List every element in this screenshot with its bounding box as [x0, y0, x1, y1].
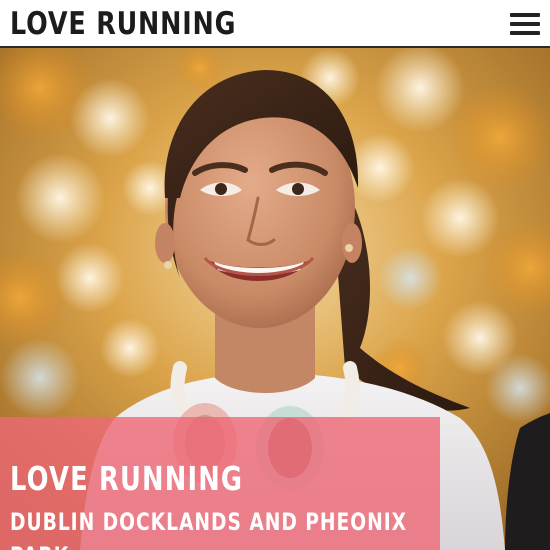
page: LOVE RUNNING LOVE RUNNING DUBLIN DOCKLAN… — [0, 0, 550, 550]
menu-bar-bottom — [510, 31, 540, 35]
site-header: LOVE RUNNING — [0, 0, 550, 48]
menu-bar-middle — [510, 22, 540, 26]
hero-section: LOVE RUNNING DUBLIN DOCKLANDS AND PHEONI… — [0, 48, 550, 550]
menu-bar-top — [510, 13, 540, 17]
hero-subtitle: DUBLIN DOCKLANDS AND PHEONIX PARK — [10, 508, 407, 550]
hero-title: LOVE RUNNING — [10, 459, 244, 498]
site-logo-text[interactable]: LOVE RUNNING — [10, 4, 236, 44]
hamburger-menu-icon[interactable] — [510, 11, 540, 38]
hero-overlay-panel: LOVE RUNNING DUBLIN DOCKLANDS AND PHEONI… — [0, 417, 440, 550]
